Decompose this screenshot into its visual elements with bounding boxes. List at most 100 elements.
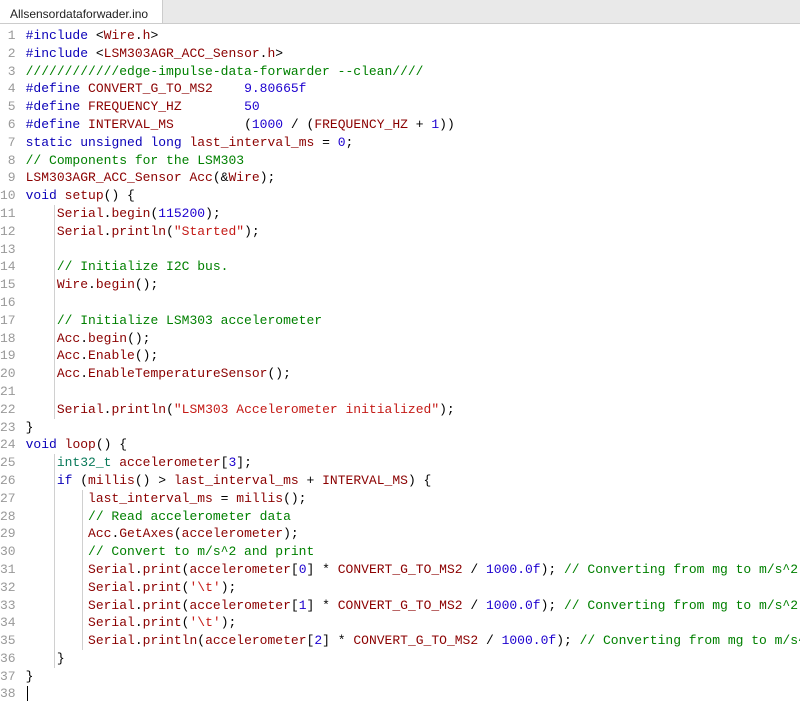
code-line[interactable]: Acc.GetAxes(accelerometer); (26, 525, 800, 543)
code-line[interactable]: Serial.println(accelerometer[2] * CONVER… (26, 632, 800, 650)
code-line[interactable]: if (millis() > last_interval_ms + INTERV… (26, 472, 800, 490)
code-line[interactable]: } (26, 650, 800, 668)
token-num: 0 (299, 562, 307, 577)
code-line[interactable] (26, 685, 800, 703)
line-number: 22 (0, 401, 16, 419)
token-num: 1000 (252, 117, 283, 132)
code-line[interactable]: Serial.print('\t'); (26, 579, 800, 597)
token-id: last_interval_ms (88, 491, 213, 506)
code-line[interactable]: // Initialize LSM303 accelerometer (26, 312, 800, 330)
token-id: CONVERT_G_TO_MS2 (338, 562, 463, 577)
token-kw: #include (26, 46, 88, 61)
indent-guide (82, 614, 83, 632)
token-pl (26, 562, 88, 577)
code-line[interactable]: // Convert to m/s^2 and print (26, 543, 800, 561)
token-type: int32_t (57, 455, 112, 470)
code-line[interactable]: Wire.begin(); (26, 276, 800, 294)
token-pl: (); (135, 348, 158, 363)
code-line[interactable]: Acc.begin(); (26, 330, 800, 348)
token-pl: . (88, 277, 96, 292)
code-line[interactable]: Acc.Enable(); (26, 347, 800, 365)
code-editor[interactable]: 1234567891011121314151617181920212223242… (0, 24, 800, 705)
code-line[interactable]: } (26, 419, 800, 437)
line-number: 21 (0, 383, 16, 401)
token-id: FREQUENCY_HZ (88, 99, 182, 114)
line-number: 26 (0, 472, 16, 490)
file-tab[interactable]: Allsensordataforwader.ino (0, 0, 163, 23)
token-str: "Started" (174, 224, 244, 239)
token-id: INTERVAL_MS (88, 117, 174, 132)
token-pl: } (26, 651, 65, 666)
code-line[interactable]: Serial.print(accelerometer[0] * CONVERT_… (26, 561, 800, 579)
token-id: last_interval_ms (174, 473, 299, 488)
token-num: 2 (314, 633, 322, 648)
line-number: 31 (0, 561, 16, 579)
indent-guide (54, 383, 55, 401)
code-line[interactable]: Serial.print(accelerometer[1] * CONVERT_… (26, 597, 800, 615)
code-line[interactable]: Serial.begin(115200); (26, 205, 800, 223)
code-line[interactable]: #include <LSM303AGR_ACC_Sensor.h> (26, 45, 800, 63)
token-id: accelerometer (189, 562, 290, 577)
code-line[interactable]: // Initialize I2C bus. (26, 258, 800, 276)
token-id: Acc (57, 331, 80, 346)
code-line[interactable]: LSM303AGR_ACC_Sensor Acc(&Wire); (26, 169, 800, 187)
code-line[interactable] (26, 383, 800, 401)
token-fn: print (143, 580, 182, 595)
indent-guide (54, 632, 55, 650)
code-line[interactable]: // Components for the LSM303 (26, 152, 800, 170)
token-fn: millis (236, 491, 283, 506)
indent-guide (54, 597, 55, 615)
token-pl: = (314, 135, 337, 150)
line-number: 9 (0, 169, 16, 187)
code-line[interactable] (26, 241, 800, 259)
code-line[interactable]: static unsigned long last_interval_ms = … (26, 134, 800, 152)
token-id: Acc (189, 170, 212, 185)
code-line[interactable]: #define CONVERT_G_TO_MS2 9.80665f (26, 80, 800, 98)
line-number: 32 (0, 579, 16, 597)
token-pl: (& (213, 170, 229, 185)
token-pl (26, 615, 88, 630)
indent-guide (54, 276, 55, 294)
code-line[interactable]: #define INTERVAL_MS (1000 / (FREQUENCY_H… (26, 116, 800, 134)
code-line[interactable]: // Read accelerometer data (26, 508, 800, 526)
code-line[interactable]: #include <Wire.h> (26, 27, 800, 45)
token-id: CONVERT_G_TO_MS2 (353, 633, 478, 648)
code-line[interactable]: Serial.println("LSM303 Accelerometer ini… (26, 401, 800, 419)
indent-guide (82, 579, 83, 597)
code-line[interactable]: void setup() { (26, 187, 800, 205)
token-pl: . (135, 580, 143, 595)
code-line[interactable]: } (26, 668, 800, 686)
token-pl: + (408, 117, 431, 132)
line-number-gutter: 1234567891011121314151617181920212223242… (0, 24, 26, 705)
token-id: Wire (57, 277, 88, 292)
code-line[interactable]: ////////////edge-impulse-data-forwarder … (26, 63, 800, 81)
line-number: 17 (0, 312, 16, 330)
indent-guide (54, 330, 55, 348)
line-number: 35 (0, 632, 16, 650)
token-pl: ); (541, 598, 564, 613)
token-fn: print (143, 598, 182, 613)
token-id: Serial (88, 598, 135, 613)
code-line[interactable]: Serial.print('\t'); (26, 614, 800, 632)
token-fn: millis (88, 473, 135, 488)
code-line[interactable]: Serial.println("Started"); (26, 223, 800, 241)
code-line[interactable] (26, 294, 800, 312)
token-pl: ); (283, 526, 299, 541)
code-line[interactable]: last_interval_ms = millis(); (26, 490, 800, 508)
code-line[interactable]: int32_t accelerometer[3]; (26, 454, 800, 472)
token-pl (26, 313, 57, 328)
code-area[interactable]: #include <Wire.h>#include <LSM303AGR_ACC… (26, 24, 800, 705)
line-number: 2 (0, 45, 16, 63)
token-pl (26, 544, 88, 559)
code-line[interactable]: #define FREQUENCY_HZ 50 (26, 98, 800, 116)
token-id: LSM303AGR_ACC_Sensor (104, 46, 260, 61)
token-pl: ( (174, 526, 182, 541)
token-pl (26, 402, 57, 417)
token-cmt: ////////////edge-impulse-data-forwarder … (26, 64, 424, 79)
token-pl (26, 348, 57, 363)
code-line[interactable]: void loop() { (26, 436, 800, 454)
line-number: 30 (0, 543, 16, 561)
token-pl: ] * (307, 562, 338, 577)
code-line[interactable]: Acc.EnableTemperatureSensor(); (26, 365, 800, 383)
token-num: 1000.0f (486, 562, 541, 577)
